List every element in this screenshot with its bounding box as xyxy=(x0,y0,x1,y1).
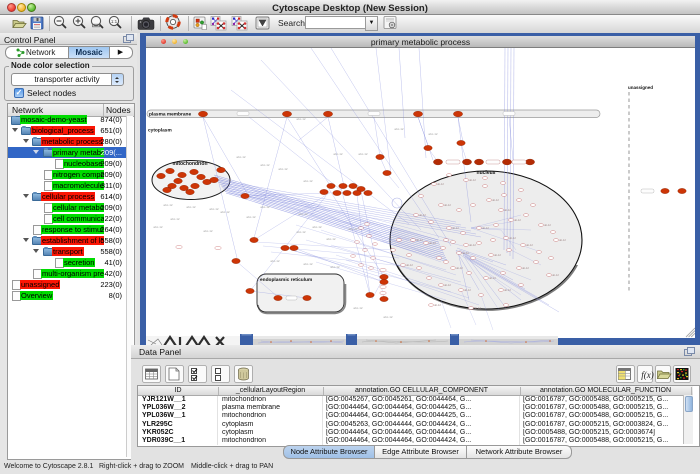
svg-text:mitochondrion: mitochondrion xyxy=(173,161,208,167)
svg-text:ab-12: ab-12 xyxy=(416,238,423,242)
svg-text:abc-12: abc-12 xyxy=(298,212,308,216)
svg-text:abc-12: abc-12 xyxy=(186,205,196,209)
svg-text:ab-12: ab-12 xyxy=(514,218,521,222)
svg-text:ab-12: ab-12 xyxy=(444,283,451,287)
svg-text:abc-12: abc-12 xyxy=(260,163,270,167)
svg-text:abc-12: abc-12 xyxy=(278,167,288,171)
svg-text:abc-12: abc-12 xyxy=(236,155,246,159)
svg-text:ab-12: ab-12 xyxy=(419,213,426,217)
svg-text:ab-12: ab-12 xyxy=(474,306,481,310)
svg-text:ab-12: ab-12 xyxy=(462,251,469,255)
svg-text:unassigned: unassigned xyxy=(628,85,653,90)
svg-text:ab-12: ab-12 xyxy=(489,276,496,280)
svg-text:abc-12: abc-12 xyxy=(270,259,280,263)
svg-text:abc-12: abc-12 xyxy=(358,152,368,156)
svg-text:ab-12: ab-12 xyxy=(464,288,471,292)
svg-text:plasma membrane: plasma membrane xyxy=(149,112,191,118)
svg-text:ab-12: ab-12 xyxy=(509,236,516,240)
svg-text:ab-12: ab-12 xyxy=(456,266,463,270)
svg-text:abc-12: abc-12 xyxy=(428,132,438,136)
svg-text:abc-12: abc-12 xyxy=(383,315,393,319)
svg-text:ab-12: ab-12 xyxy=(544,223,551,227)
svg-text:1:1: 1:1 xyxy=(111,19,118,24)
svg-text:ab-12: ab-12 xyxy=(559,238,566,242)
svg-text:abc-12: abc-12 xyxy=(203,229,213,233)
svg-text:abc-12: abc-12 xyxy=(296,230,306,234)
svg-text:ab-12: ab-12 xyxy=(434,303,441,307)
svg-text:ab-12: ab-12 xyxy=(406,263,413,267)
svg-text:ab-12: ab-12 xyxy=(429,241,436,245)
svg-text:ab-12: ab-12 xyxy=(437,182,444,186)
svg-text:ab-12: ab-12 xyxy=(504,288,511,292)
svg-text:abc-12: abc-12 xyxy=(153,225,163,229)
svg-text:abc-12: abc-12 xyxy=(260,205,270,209)
svg-text:nucleus: nucleus xyxy=(477,170,496,176)
svg-text:abc-12: abc-12 xyxy=(296,117,306,121)
svg-text:abc-12: abc-12 xyxy=(220,210,230,214)
svg-text:abc-12: abc-12 xyxy=(333,152,343,156)
svg-text:ab-12: ab-12 xyxy=(494,253,501,257)
svg-text:ab-12: ab-12 xyxy=(522,266,529,270)
svg-text:cytoplasm: cytoplasm xyxy=(148,128,172,134)
svg-text:endoplasmic reticulum: endoplasmic reticulum xyxy=(260,277,312,283)
svg-text:ab-12: ab-12 xyxy=(492,198,499,202)
svg-text:abc-12: abc-12 xyxy=(209,207,219,211)
svg-text:ab-12: ab-12 xyxy=(482,226,489,230)
svg-text:abc-12: abc-12 xyxy=(353,306,363,310)
svg-text:abc-12: abc-12 xyxy=(394,127,404,131)
svg-text:ab-12: ab-12 xyxy=(552,273,559,277)
svg-text:abc-12: abc-12 xyxy=(312,225,322,229)
svg-text:abc-12: abc-12 xyxy=(303,179,313,183)
svg-text:abc-12: abc-12 xyxy=(163,203,173,207)
svg-text:ab-12: ab-12 xyxy=(444,203,451,207)
svg-text:abc-12: abc-12 xyxy=(348,227,358,231)
svg-text:abc-12: abc-12 xyxy=(330,265,340,269)
svg-text:abc-12: abc-12 xyxy=(326,237,336,241)
svg-text:abc-12: abc-12 xyxy=(170,217,180,221)
svg-text:ab-12: ab-12 xyxy=(526,243,533,247)
svg-text:f(x): f(x) xyxy=(641,370,654,380)
svg-text:ab-12: ab-12 xyxy=(469,243,476,247)
svg-text:ab-12: ab-12 xyxy=(452,226,459,230)
svg-text:ab-12: ab-12 xyxy=(504,208,511,212)
svg-text:abc-12: abc-12 xyxy=(246,215,256,219)
svg-text:ab-12: ab-12 xyxy=(469,178,476,182)
svg-text:abc-12: abc-12 xyxy=(303,262,313,266)
